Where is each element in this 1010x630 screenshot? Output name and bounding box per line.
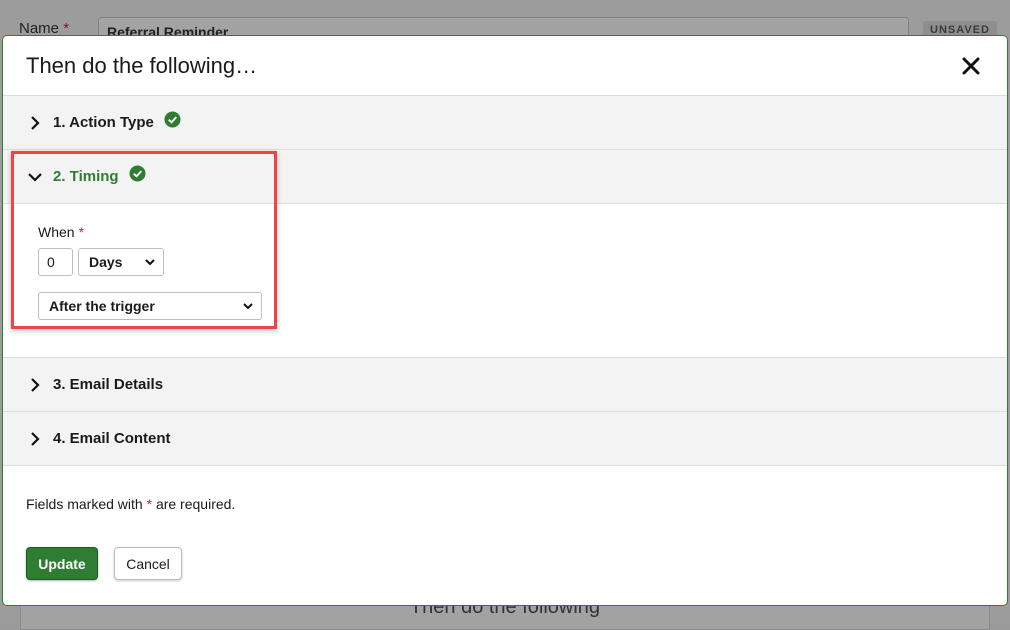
close-icon	[962, 57, 980, 74]
timing-unit-select[interactable]: Days	[78, 248, 164, 276]
caret-down-icon	[243, 303, 253, 310]
section-email-details[interactable]: 3. Email Details	[3, 358, 1007, 412]
modal-title: Then do the following…	[26, 52, 258, 78]
required-note: Fields marked with * are required.	[26, 496, 236, 512]
timing-relation-value: After the trigger	[49, 298, 155, 314]
modal-header: Then do the following…	[3, 36, 1007, 96]
action-modal: Then do the following… 1. Action Type 2.…	[2, 35, 1008, 606]
timing-relation-select[interactable]: After the trigger	[38, 292, 262, 320]
section-title: 3. Email Details	[53, 376, 164, 393]
when-label: When *	[38, 224, 85, 240]
section-title: 4. Email Content	[53, 430, 171, 447]
chevron-right-icon	[27, 115, 43, 131]
timing-unit-value: Days	[89, 254, 123, 270]
chevron-down-icon	[27, 169, 43, 185]
close-button[interactable]	[957, 52, 985, 80]
section-email-content[interactable]: 4. Email Content	[3, 412, 1007, 466]
section-title: 2. Timing	[53, 168, 119, 185]
timing-amount-input[interactable]	[38, 248, 73, 276]
cancel-button[interactable]: Cancel	[114, 547, 182, 580]
check-circle-icon	[164, 111, 181, 128]
chevron-right-icon	[27, 377, 43, 393]
chevron-right-icon	[27, 431, 43, 447]
caret-down-icon	[145, 259, 155, 266]
check-circle-icon	[129, 165, 146, 182]
section-action-type[interactable]: 1. Action Type	[3, 96, 1007, 150]
section-timing[interactable]: 2. Timing	[3, 150, 1007, 204]
timing-body: When* Days After the trigger	[3, 204, 1007, 358]
update-button[interactable]: Update	[26, 547, 98, 580]
section-title: 1. Action Type	[53, 114, 154, 131]
